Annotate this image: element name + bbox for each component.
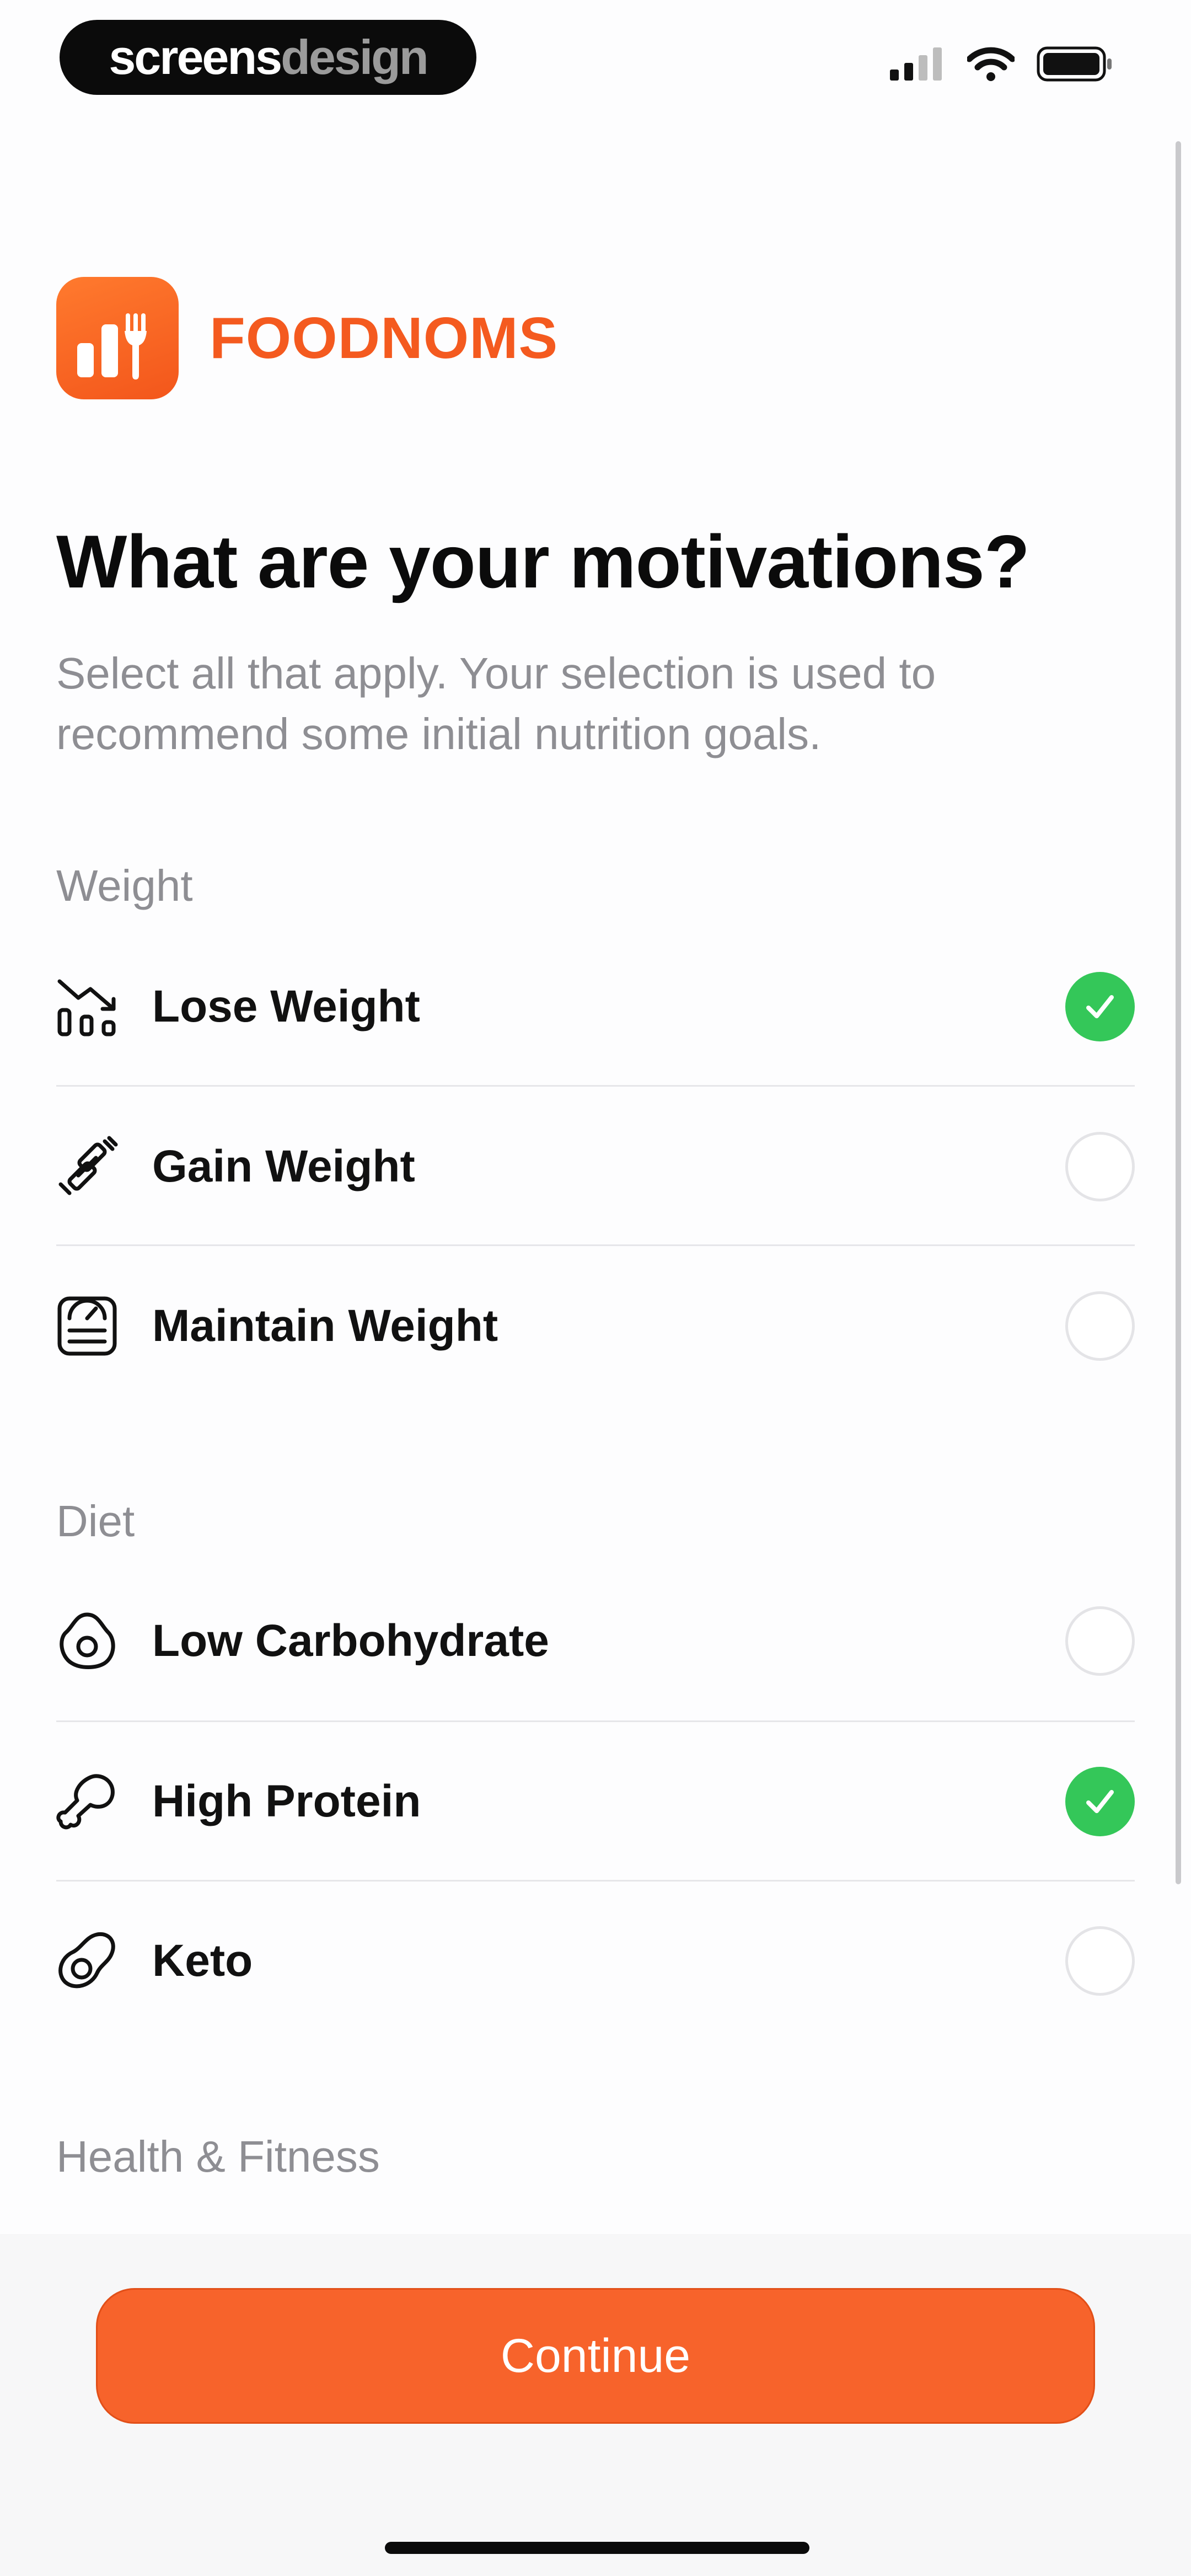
bar-chart-fork-icon [56, 277, 179, 399]
screensdesign-badge: screens design [60, 20, 476, 95]
section-label-weight: Weight [56, 861, 193, 910]
dumbbell-icon [56, 1136, 118, 1198]
chart-down-icon [56, 976, 118, 1038]
option-label: High Protein [152, 1776, 421, 1826]
app-name: FOODNOMS [210, 305, 559, 371]
checkmark-unselected-icon[interactable] [1065, 1132, 1135, 1201]
avocado-icon [56, 1930, 118, 1992]
app-logo: FOODNOMS [56, 277, 558, 399]
option-label: Low Carbohydrate [152, 1616, 549, 1666]
option-lose-weight[interactable]: Lose Weight [56, 927, 1135, 1087]
option-label: Lose Weight [152, 981, 420, 1032]
wifi-icon [967, 47, 1015, 81]
option-maintain-weight[interactable]: Maintain Weight [56, 1246, 1135, 1406]
scroll-indicator[interactable] [1176, 141, 1181, 1884]
checkmark-unselected-icon[interactable] [1065, 1926, 1135, 1996]
page-title: What are your motivations? [56, 520, 1030, 603]
badge-word-1: screens [109, 30, 282, 84]
page-subtitle: Select all that apply. Your selection is… [56, 649, 936, 758]
continue-button[interactable]: Continue [96, 2288, 1095, 2424]
option-gain-weight[interactable]: Gain Weight [56, 1087, 1135, 1247]
status-bar: screens design [0, 0, 1191, 121]
section-label-health-fitness: Health & Fitness [56, 2132, 380, 2181]
cellular-signal-icon [890, 47, 942, 81]
option-keto[interactable]: Keto [56, 1881, 1135, 2041]
checkmark-selected-icon[interactable] [1065, 1767, 1135, 1836]
badge-word-2: design [281, 30, 429, 84]
drumstick-icon [56, 1771, 118, 1832]
system-icons [890, 46, 1114, 82]
home-indicator[interactable] [385, 2542, 809, 2554]
scale-icon [56, 1295, 118, 1357]
checkmark-selected-icon[interactable] [1065, 972, 1135, 1041]
option-low-carbohydrate[interactable]: Low Carbohydrate [56, 1561, 1135, 1721]
battery-icon [1037, 46, 1112, 82]
option-high-protein[interactable]: High Protein [56, 1722, 1135, 1882]
checkmark-unselected-icon[interactable] [1065, 1606, 1135, 1676]
option-label: Gain Weight [152, 1141, 415, 1191]
option-label: Keto [152, 1936, 253, 1986]
bread-icon [56, 1610, 118, 1672]
checkmark-unselected-icon[interactable] [1065, 1291, 1135, 1361]
option-label: Maintain Weight [152, 1301, 498, 1351]
section-label-diet: Diet [56, 1497, 135, 1546]
